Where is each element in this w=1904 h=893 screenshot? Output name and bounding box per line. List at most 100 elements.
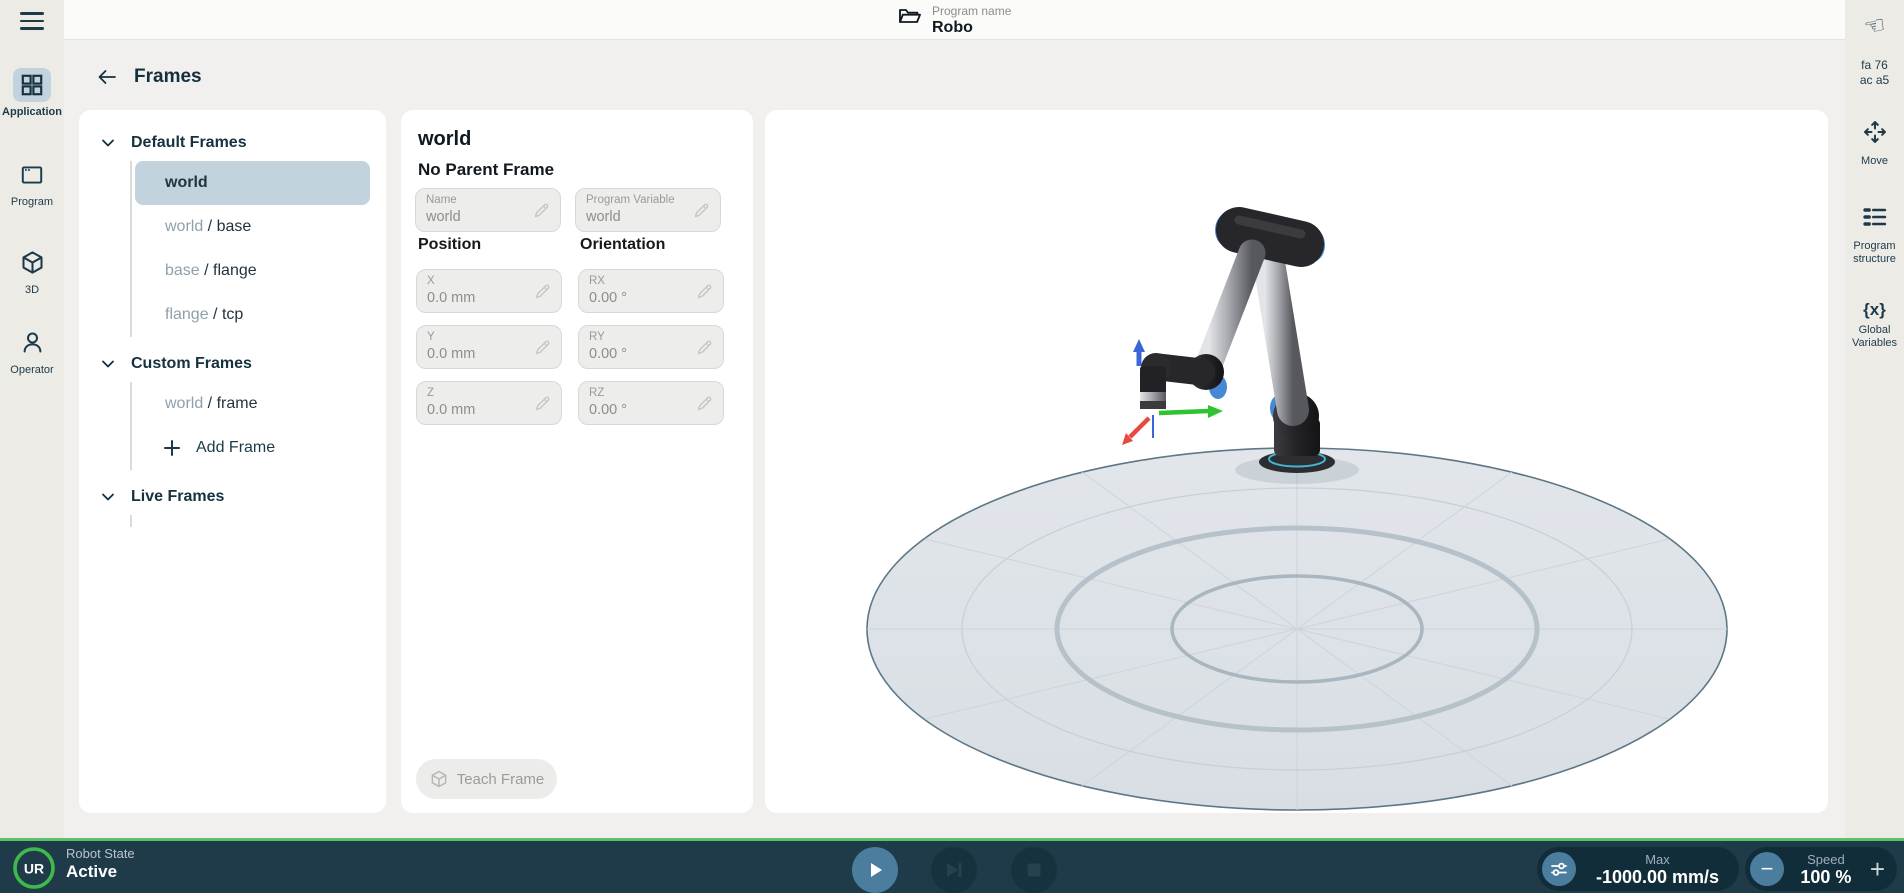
sidebar-item-label: Program [0,196,64,208]
panel-tab-label: Program structure [1845,240,1904,266]
cube-3d-icon [13,245,51,279]
position-z-field[interactable]: Z 0.0 mm [416,381,562,425]
speed-decrease-button[interactable]: − [1750,852,1784,886]
program-window-icon [13,158,51,192]
edit-pencil-icon [695,393,715,413]
name-field[interactable]: Name world [415,188,561,232]
tcp-z-axis-arrow [1133,339,1145,352]
panel-tab-label: Global Variables [1845,324,1904,350]
sidebar-item-application[interactable]: Application [0,68,64,118]
back-button[interactable] [94,64,120,90]
curly-braces-x-icon: {x} [1863,300,1886,319]
teach-frame-button[interactable]: Teach Frame [416,759,557,799]
bottom-status-bar: UR Robot State Active Max -1000.00 mm/s … [0,838,1904,893]
tree-item-world-base[interactable]: world / base [132,205,386,249]
tree-item-flange-tcp[interactable]: flange / tcp [132,293,386,337]
frame-title: world [418,128,471,151]
svg-text:UR: UR [24,861,44,877]
position-x-field[interactable]: X 0.0 mm [416,269,562,313]
max-speed-value: -1000.00 mm/s [1576,867,1739,887]
orientation-heading: Orientation [580,236,665,254]
stop-button[interactable] [1011,847,1057,893]
play-button[interactable] [852,847,898,893]
edit-pencil-icon [533,281,553,301]
tree-item-base-flange[interactable]: base / flange [132,249,386,293]
sidebar-item-3d[interactable]: 3D [0,245,64,296]
robot-state-label: Robot State [66,846,135,862]
speed-value: 100 % [1784,867,1868,887]
panel-tab-program-structure[interactable]: Program structure [1845,203,1904,266]
add-frame-button[interactable]: Add Frame [132,426,386,470]
robot-arm [1140,213,1359,484]
speed-label: Speed [1784,852,1868,867]
freedrive-button[interactable]: ☜ [1845,12,1904,40]
sidebar-item-label: Operator [0,364,64,376]
sidebar-item-operator[interactable]: Operator [0,325,64,376]
folder-open-icon [898,4,922,33]
speed-increase-button[interactable]: + [1870,854,1885,885]
robot-3d-viewport[interactable] [765,110,1828,813]
tree-item-world-frame[interactable]: world / frame [132,382,386,426]
edit-pencil-icon [695,337,715,357]
play-icon [865,860,885,880]
frames-tree-panel: Default Frames world world / base base /… [79,110,386,813]
tree-section-custom-frames[interactable]: Custom Frames [79,345,386,382]
max-speed-control: Max -1000.00 mm/s [1537,847,1739,891]
right-sidebar: ☜ fa 76 ac a5 Move Program structure {x}… [1845,0,1904,838]
world-grid-disc [867,448,1727,810]
left-sidebar: Application Program 3D Operator [0,0,64,838]
edit-pencil-icon [533,337,553,357]
hamburger-menu-icon[interactable] [18,9,46,33]
hand-freedrive-icon: ☜ [1861,10,1888,42]
edit-pencil-icon [695,281,715,301]
max-label: Max [1576,852,1739,867]
speed-control: − Speed 100 % + [1745,847,1897,891]
orientation-ry-field[interactable]: RY 0.00 ° [578,325,724,369]
page-title: Frames [134,66,202,88]
sliders-icon [1549,859,1569,879]
speed-settings-button[interactable] [1542,852,1576,886]
tree-section-live-frames[interactable]: Live Frames [79,478,386,515]
step-forward-button[interactable] [931,847,977,893]
robot-state-value: Active [66,862,135,882]
robot-3d-scene [765,110,1828,813]
robot-state-block[interactable]: Robot State Active [66,846,135,882]
program-variable-field[interactable]: Program Variable world [575,188,721,232]
panel-tab-move[interactable]: Move [1845,118,1904,168]
chevron-down-icon [99,355,117,373]
application-grid-icon [13,68,51,102]
minus-icon: − [1761,858,1774,880]
orientation-rz-field[interactable]: RZ 0.00 ° [578,381,724,425]
stop-icon [1024,860,1044,880]
step-forward-icon [943,859,965,881]
plus-icon [162,438,182,458]
orientation-rx-field[interactable]: RX 0.00 ° [578,269,724,313]
position-y-field[interactable]: Y 0.0 mm [416,325,562,369]
edit-pencil-icon [692,200,712,220]
panel-tab-global-variables[interactable]: {x} Global Variables [1845,300,1904,350]
robot-id-line1: fa 76 [1845,58,1904,73]
robot-id-badge: fa 76 ac a5 [1845,58,1904,88]
tree-item-world[interactable]: world [135,161,370,205]
tcp-y-axis-arrow [1208,405,1223,418]
panel-tab-label: Move [1845,155,1904,168]
position-heading: Position [418,236,481,254]
sidebar-item-program[interactable]: Program [0,158,64,208]
chevron-down-icon [99,488,117,506]
frame-detail-panel: world No Parent Frame Name world Program… [401,110,753,813]
operator-person-icon [13,325,51,359]
parent-frame-status: No Parent Frame [418,160,554,180]
cube-icon [429,769,449,789]
robot-id-line2: ac a5 [1845,73,1904,88]
program-name-label: Program name [932,4,1011,18]
sidebar-item-label: Application [0,106,64,118]
program-name-block[interactable]: Program name Robo [898,4,1011,37]
edit-pencil-icon [532,200,552,220]
program-name-value: Robo [932,18,1011,37]
sidebar-item-label: 3D [0,284,64,296]
tree-section-default-frames[interactable]: Default Frames [79,124,386,161]
ur-logo[interactable]: UR [12,846,56,893]
edit-pencil-icon [533,393,553,413]
chevron-down-icon [99,134,117,152]
move-arrows-icon [1861,133,1889,150]
